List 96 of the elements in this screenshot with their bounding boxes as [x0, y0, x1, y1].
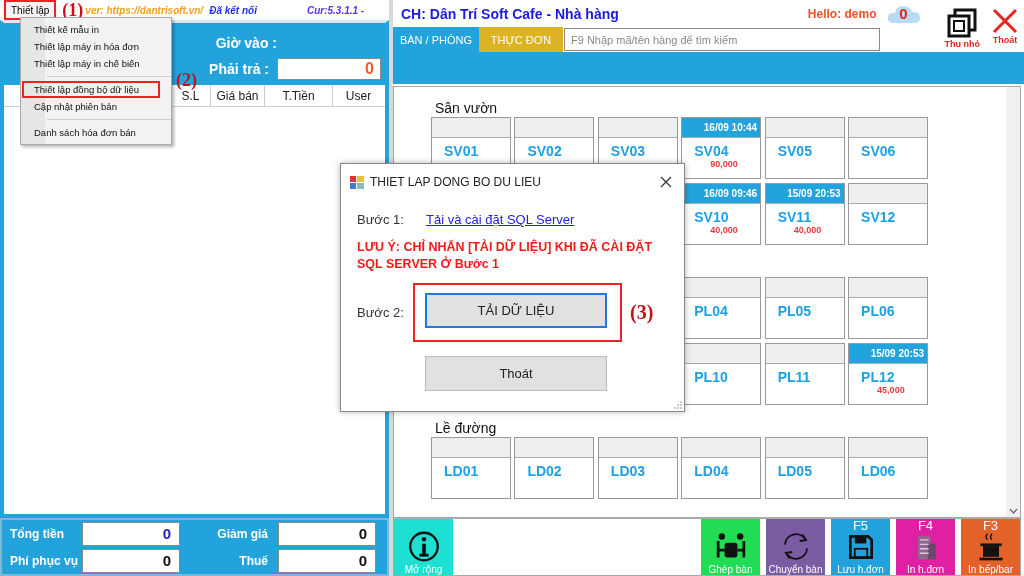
- table-card[interactable]: LD01: [431, 437, 511, 499]
- table-name: SV05: [777, 143, 813, 159]
- toolbar-button[interactable]: Mở rộng: [394, 519, 453, 575]
- tab[interactable]: BÀN / PHÒNG: [393, 27, 479, 52]
- table-card[interactable]: SV05: [764, 117, 845, 179]
- field-label: Thuế: [238, 554, 269, 568]
- connection-status: Đã kết nối: [209, 4, 257, 16]
- table-name: SV03: [610, 143, 647, 159]
- resize-grip-icon: [674, 401, 682, 409]
- field-label: Phải trả :: [209, 61, 269, 77]
- column-header: User: [332, 85, 384, 106]
- tab[interactable]: THỰC ĐƠN: [479, 27, 563, 52]
- toolbar-button[interactable]: Chuyển bàn: [766, 519, 825, 575]
- search-field[interactable]: F9 Nhập mã/tên hàng để tìm kiếm: [564, 28, 880, 51]
- toolbar-button[interactable]: F5 Lưu h.đơn: [831, 519, 890, 575]
- amount-field: 0: [278, 549, 376, 573]
- table-card[interactable]: PL06: [848, 277, 929, 339]
- table-name: PL05: [777, 303, 813, 319]
- minimize-button[interactable]: Thu nhỏ: [944, 8, 980, 52]
- column-header: T.Tiền: [264, 85, 332, 106]
- table-card[interactable]: LD03: [597, 437, 678, 499]
- step-label: Bước 1:: [357, 212, 405, 227]
- toolbar-button[interactable]: F3 In bếp/bar: [961, 519, 1020, 575]
- download-link[interactable]: Tải và cài đặt SQL Server: [426, 212, 575, 227]
- table-name: SV04: [694, 143, 730, 159]
- amount-field: 0: [277, 58, 381, 80]
- table-name: LD03: [610, 463, 647, 479]
- menu-item[interactable]: Thiết kế mẫu in: [21, 21, 171, 38]
- app-icon: [350, 175, 364, 189]
- close-icon: [992, 8, 1018, 34]
- menu-item[interactable]: Thiết lập đồng bộ dữ liệu: [22, 81, 160, 98]
- table-name: LD06: [861, 463, 897, 479]
- column-header: Giá bán: [210, 85, 264, 106]
- section-title: Sân vườn: [434, 99, 499, 117]
- table-time: 16/09 09:46: [703, 188, 758, 199]
- table-card[interactable]: SV06: [848, 117, 929, 179]
- table-card[interactable]: LD06: [848, 437, 929, 499]
- table-name: SV06: [861, 143, 897, 159]
- field-label: Tổng tiền: [10, 527, 65, 541]
- toolbar-button[interactable]: Ghép bàn: [701, 519, 760, 575]
- step-marker: (3): [630, 301, 654, 324]
- table-name: LD05: [777, 463, 813, 479]
- table-amount: 90,000: [709, 159, 739, 169]
- close-icon: [660, 176, 672, 188]
- download-button[interactable]: TẢI DỮ LIỆU: [425, 293, 607, 328]
- field-label: Phí phục vụ: [10, 554, 79, 568]
- warning-text: LƯU Ý: CHỈ NHẤN [TẢI DỮ LIỆU] KHI ĐÃ CÀI ĐẶT SQL SERVER Ở Bước 1: [356, 239, 654, 273]
- table-card[interactable]: LD04: [681, 437, 762, 499]
- table-card[interactable]: PL11: [764, 343, 845, 405]
- table-name: LD02: [527, 463, 563, 479]
- menu-item[interactable]: Danh sách hóa đơn bán: [21, 124, 171, 141]
- server-address: ver: https://dantrisoft.vn/: [85, 4, 204, 16]
- section-title: Lề đường: [434, 419, 498, 437]
- table-time: 15/09 20:53: [787, 188, 841, 199]
- table-name: PL11: [777, 369, 812, 385]
- menu-item[interactable]: Thiết lập máy in hóa đơn: [21, 38, 171, 55]
- table-name: SV11: [777, 209, 813, 225]
- version-label: Cur:5.3.1.1 -: [306, 4, 365, 16]
- table-card[interactable]: LD05: [764, 437, 845, 499]
- amount-field: 0: [82, 522, 180, 546]
- table-card[interactable]: PL05: [764, 277, 845, 339]
- table-amount: 40,000: [792, 225, 823, 235]
- table-card[interactable]: 15/09 20:53 PL12 45,000: [848, 343, 929, 405]
- menu-button[interactable]: Thiết lập: [4, 0, 57, 20]
- table-name: LD04: [694, 463, 730, 479]
- exit-button[interactable]: Thoát: [992, 8, 1018, 52]
- exit-button[interactable]: Thoát: [425, 356, 607, 391]
- close-button[interactable]: [658, 174, 674, 190]
- table-card[interactable]: 16/09 10:44 SV04 90,000: [681, 117, 762, 179]
- menu-item[interactable]: Cập nhật phiên bản: [21, 98, 171, 115]
- table-card[interactable]: LD02: [514, 437, 595, 499]
- toolbar-button[interactable]: F4 In h.đơn: [896, 519, 955, 575]
- table-card[interactable]: 15/09 20:53 SV11 40,000: [764, 183, 845, 245]
- field-label: Giờ vào :: [215, 35, 277, 51]
- windows-icon: [947, 8, 978, 38]
- amount-field: 0: [82, 549, 180, 573]
- table-card[interactable]: SV12: [848, 183, 929, 245]
- table-name: PL06: [861, 303, 896, 319]
- table-time: 16/09 10:44: [703, 122, 758, 133]
- table-name: SV01: [444, 143, 480, 159]
- greeting: Hello: demo: [807, 6, 877, 21]
- table-name: LD01: [444, 463, 480, 479]
- amount-field: 0: [278, 522, 376, 546]
- table-time: 15/09 20:53: [870, 348, 925, 359]
- field-label: Giảm giá: [216, 527, 269, 541]
- table-name: PL04: [694, 303, 729, 319]
- table-amount: 40,000: [709, 225, 739, 235]
- table-name: PL12: [861, 369, 896, 385]
- table-name: SV10: [694, 209, 730, 225]
- menu-item[interactable]: Thiết lập máy in chế biến: [21, 55, 171, 72]
- table-name: SV02: [527, 143, 563, 159]
- table-name: PL10: [694, 369, 729, 385]
- table-name: SV12: [861, 209, 897, 225]
- table-amount: 45,000: [876, 385, 906, 395]
- step-label: Bước 2:: [357, 305, 405, 320]
- shop-title: CH: Dân Trí Soft Cafe - Nhà hàng: [401, 5, 619, 22]
